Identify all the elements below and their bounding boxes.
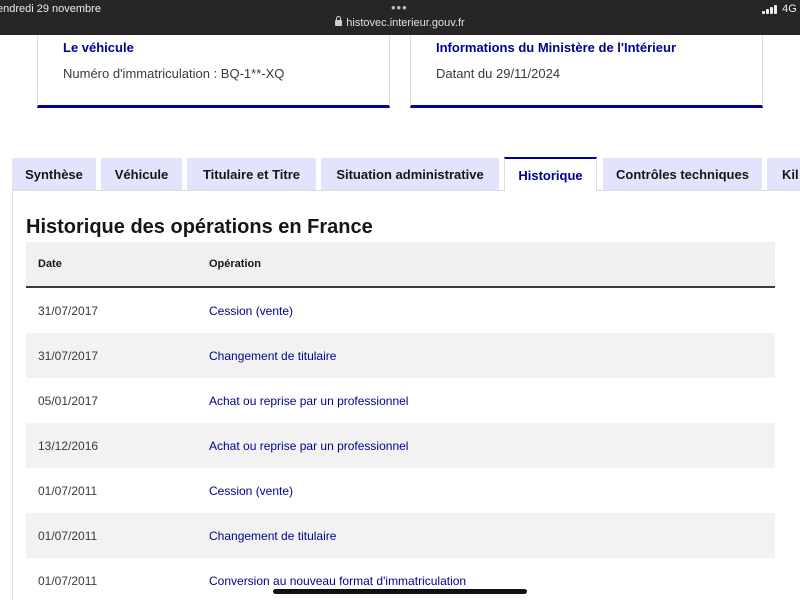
row-operation-link[interactable]: Cession (vente) (209, 304, 293, 318)
lock-icon (335, 16, 343, 26)
tab-titulaire-et-titre[interactable]: Titulaire et Titre (187, 158, 316, 190)
tab-vehicule[interactable]: Véhicule (101, 158, 182, 190)
browser-status-bar: endredi 29 novembre ••• histovec.interie… (0, 0, 800, 35)
table-row: 13/12/2016 Achat ou reprise par un profe… (26, 423, 775, 468)
status-date: endredi 29 novembre (0, 3, 101, 15)
tab-kilometrage[interactable]: Kil (767, 158, 800, 190)
table-row: 05/01/2017 Achat ou reprise par un profe… (26, 378, 775, 423)
row-date: 13/12/2016 (38, 439, 99, 453)
table-body: 31/07/2017 Cession (vente) 31/07/2017 Ch… (26, 288, 775, 600)
row-operation-link[interactable]: Changement de titulaire (209, 529, 336, 543)
row-date: 01/07/2011 (38, 484, 98, 498)
home-indicator[interactable] (273, 589, 527, 594)
registration-number: Numéro d'immatriculation : BQ-1**-XQ (63, 66, 285, 81)
row-date: 01/07/2011 (38, 529, 98, 543)
address-url: histovec.interieur.gouv.fr (346, 17, 465, 29)
table-header: Date Opération (26, 242, 775, 288)
row-operation-link[interactable]: Achat ou reprise par un professionnel (209, 394, 408, 408)
signal-icon (762, 4, 778, 14)
row-operation-link[interactable]: Conversion au nouveau format d'immatricu… (209, 574, 466, 588)
history-title: Historique des opérations en France (26, 216, 373, 238)
row-operation-link[interactable]: Achat ou reprise par un professionnel (209, 439, 408, 453)
tab-bar: Synthèse Véhicule Titulaire et Titre Sit… (0, 157, 800, 191)
table-row: 01/07/2011 Cession (vente) (26, 468, 775, 513)
column-header-date: Date (38, 258, 62, 270)
tab-synthese[interactable]: Synthèse (12, 158, 96, 190)
table-row: 01/07/2011 Changement de titulaire (26, 513, 775, 558)
row-date: 05/01/2017 (38, 394, 99, 408)
status-indicators: 4G 7 (762, 3, 800, 15)
tab-controles-techniques[interactable]: Contrôles techniques (603, 158, 762, 190)
history-table: Date Opération 31/07/2017 Cession (vente… (26, 242, 775, 600)
row-operation-link[interactable]: Changement de titulaire (209, 349, 336, 363)
table-row: 31/07/2017 Cession (vente) (26, 288, 775, 333)
row-date: 31/07/2017 (38, 304, 99, 318)
network-label: 4G 7 (782, 3, 800, 15)
row-date: 31/07/2017 (38, 349, 99, 363)
ministry-date: Datant du 29/11/2024 (436, 66, 561, 81)
address-bar[interactable]: histovec.interieur.gouv.fr (0, 16, 800, 29)
tab-situation-administrative[interactable]: Situation administrative (321, 158, 499, 190)
vehicle-card: Le véhicule Numéro d'immatriculation : B… (37, 35, 390, 108)
multitasking-dots-icon[interactable]: ••• (391, 0, 408, 15)
row-date: 01/07/2011 (38, 574, 98, 588)
ministry-card: Informations du Ministère de l'Intérieur… (410, 35, 763, 108)
table-row: 31/07/2017 Changement de titulaire (26, 333, 775, 378)
row-operation-link[interactable]: Cession (vente) (209, 484, 293, 498)
column-header-operation: Opération (209, 258, 261, 270)
vehicle-card-title: Le véhicule (63, 40, 134, 55)
ministry-card-title: Informations du Ministère de l'Intérieur (436, 40, 677, 55)
tab-historique[interactable]: Historique (504, 157, 597, 191)
